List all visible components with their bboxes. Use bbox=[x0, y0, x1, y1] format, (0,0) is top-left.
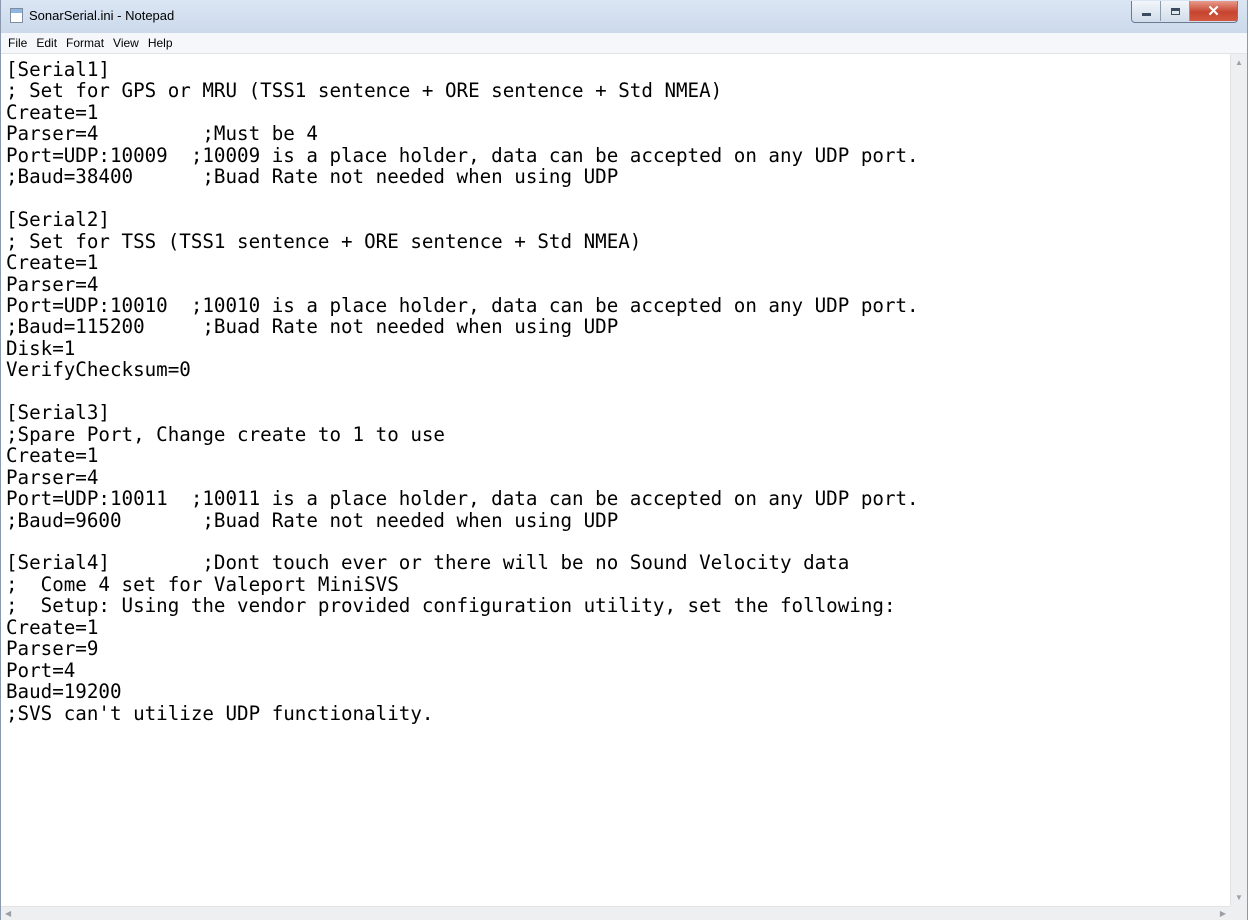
scroll-right-arrow-icon[interactable]: ▶ bbox=[1220, 909, 1226, 918]
close-icon: ✕ bbox=[1207, 3, 1220, 20]
menu-view[interactable]: View bbox=[110, 36, 145, 50]
minimize-icon bbox=[1141, 12, 1151, 16]
menu-edit[interactable]: Edit bbox=[33, 36, 63, 50]
menu-format[interactable]: Format bbox=[63, 36, 110, 50]
menu-help[interactable]: Help bbox=[145, 36, 179, 50]
window-controls: ✕ bbox=[1131, 1, 1238, 23]
scroll-up-arrow-icon[interactable]: ▲ bbox=[1235, 58, 1243, 67]
vertical-scrollbar[interactable]: ▲ ▼ bbox=[1230, 54, 1247, 906]
close-button[interactable]: ✕ bbox=[1190, 1, 1237, 21]
title-bar[interactable]: SonarSerial.ini - Notepad ✕ bbox=[1, 0, 1247, 33]
window-title: SonarSerial.ini - Notepad bbox=[29, 8, 175, 23]
editor-text-content[interactable]: [Serial1] ; Set for GPS or MRU (TSS1 sen… bbox=[6, 59, 919, 724]
menu-bar: File Edit Format View Help bbox=[1, 33, 1247, 54]
scroll-left-arrow-icon[interactable]: ◀ bbox=[5, 909, 11, 918]
scroll-down-arrow-icon[interactable]: ▼ bbox=[1235, 893, 1243, 902]
notepad-icon[interactable] bbox=[10, 8, 23, 23]
minimize-button[interactable] bbox=[1132, 1, 1161, 21]
maximize-icon bbox=[1170, 7, 1180, 15]
maximize-button[interactable] bbox=[1161, 1, 1190, 21]
text-editor[interactable]: [Serial1] ; Set for GPS or MRU (TSS1 sen… bbox=[1, 54, 1230, 906]
size-grip[interactable] bbox=[1230, 906, 1247, 920]
menu-file[interactable]: File bbox=[5, 36, 33, 50]
horizontal-scrollbar[interactable]: ◀ ▶ bbox=[1, 906, 1230, 920]
notepad-window: SonarSerial.ini - Notepad ✕ File Edit Fo… bbox=[0, 0, 1248, 920]
